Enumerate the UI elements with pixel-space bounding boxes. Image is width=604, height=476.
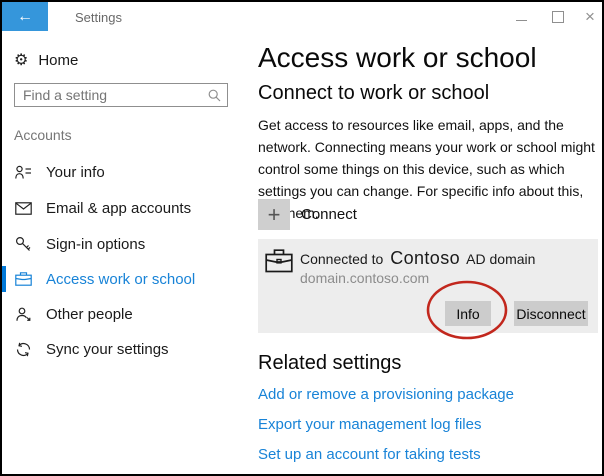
sidebar-item-label: Sync your settings bbox=[46, 341, 169, 358]
sidebar-item-access-work-or-school[interactable]: Access work or school bbox=[2, 264, 242, 294]
search-box[interactable] bbox=[14, 83, 228, 107]
person-plus-icon bbox=[14, 307, 32, 322]
home-label: Home bbox=[38, 52, 78, 69]
sidebar-item-label: Access work or school bbox=[46, 271, 195, 288]
envelope-icon bbox=[14, 202, 32, 215]
related-settings-heading: Related settings bbox=[258, 352, 401, 375]
sidebar-item-email-app-accounts[interactable]: Email & app accounts bbox=[2, 193, 242, 223]
connected-to-text: Connected to Contoso AD domain bbox=[300, 248, 535, 269]
selection-bar bbox=[2, 195, 6, 221]
minimize-button[interactable] bbox=[505, 2, 537, 32]
domain-text: domain.contoso.com bbox=[300, 270, 429, 286]
selection-bar bbox=[2, 159, 6, 185]
close-button[interactable]: × bbox=[574, 2, 604, 32]
minimize-icon bbox=[516, 20, 527, 21]
sidebar-item-label: Email & app accounts bbox=[46, 200, 191, 217]
sidebar-item-label: Your info bbox=[46, 164, 105, 181]
link-export-logs[interactable]: Export your management log files bbox=[258, 416, 481, 433]
info-button[interactable]: Info bbox=[445, 301, 491, 326]
connected-account-row[interactable]: Connected to Contoso AD domain domain.co… bbox=[258, 239, 598, 333]
selection-bar bbox=[2, 231, 6, 257]
sidebar-item-label: Other people bbox=[46, 306, 133, 323]
link-test-account[interactable]: Set up an account for taking tests bbox=[258, 446, 481, 463]
contact-icon bbox=[14, 165, 32, 180]
org-name: Contoso bbox=[390, 248, 460, 268]
sidebar-item-home[interactable]: ⚙ Home bbox=[14, 52, 78, 69]
sidebar-item-sync-your-settings[interactable]: Sync your settings bbox=[2, 334, 242, 364]
maximize-icon bbox=[552, 11, 564, 23]
maximize-button[interactable] bbox=[542, 2, 574, 32]
connect-button[interactable]: + bbox=[258, 199, 290, 230]
key-icon bbox=[14, 236, 32, 252]
selection-bar bbox=[2, 266, 6, 292]
selection-bar bbox=[2, 336, 6, 362]
sidebar-section-label: Accounts bbox=[14, 127, 72, 143]
gear-icon: ⚙ bbox=[14, 53, 28, 69]
sidebar-item-your-info[interactable]: Your info bbox=[2, 157, 242, 187]
briefcase-icon bbox=[265, 249, 293, 273]
sync-icon bbox=[14, 342, 32, 357]
section-heading: Connect to work or school bbox=[258, 82, 489, 105]
window-title: Settings bbox=[75, 10, 122, 25]
search-icon bbox=[208, 89, 221, 102]
settings-window: ← Settings × ⚙ Home Accounts Your info E… bbox=[0, 0, 604, 476]
sidebar-item-other-people[interactable]: Other people bbox=[2, 299, 242, 329]
selection-bar bbox=[2, 301, 6, 327]
back-button[interactable]: ← bbox=[2, 2, 48, 31]
briefcase-icon bbox=[14, 272, 32, 286]
connect-label: Connect bbox=[301, 206, 357, 223]
sidebar-item-sign-in-options[interactable]: Sign-in options bbox=[2, 229, 242, 259]
sidebar-item-label: Sign-in options bbox=[46, 236, 145, 253]
link-provisioning-package[interactable]: Add or remove a provisioning package bbox=[258, 386, 514, 403]
disconnect-button[interactable]: Disconnect bbox=[514, 301, 588, 326]
close-icon: × bbox=[585, 7, 595, 27]
plus-icon: + bbox=[268, 202, 281, 228]
back-arrow-icon: ← bbox=[17, 8, 33, 26]
page-title: Access work or school bbox=[258, 42, 537, 74]
search-input[interactable] bbox=[15, 87, 208, 103]
